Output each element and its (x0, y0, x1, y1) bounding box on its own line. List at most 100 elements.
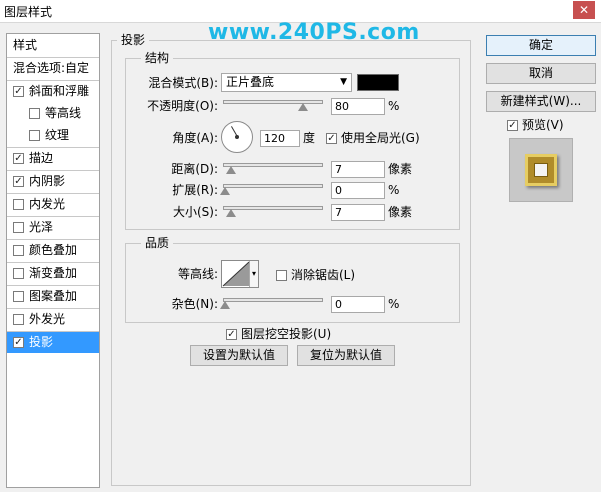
style-item-gradient-overlay[interactable]: 渐变叠加 (7, 263, 99, 284)
size-input[interactable]: 7 (331, 204, 385, 221)
style-item-contour[interactable]: 等高线 (7, 103, 99, 124)
style-item-inner-shadow[interactable]: ✓ 内阴影 (7, 171, 99, 192)
style-checkbox-gradient-overlay[interactable] (13, 268, 24, 279)
opacity-label: 不透明度(O): (147, 99, 218, 113)
spread-slider[interactable] (220, 181, 323, 195)
noise-unit: % (388, 297, 400, 311)
preview-inner (534, 163, 548, 177)
distance-slider-track (223, 163, 323, 167)
style-label-color-overlay: 颜色叠加 (29, 243, 78, 257)
global-light-checkbox[interactable]: ✓ (326, 133, 337, 144)
style-checkbox-satin[interactable] (13, 222, 24, 233)
style-label-texture: 纹理 (45, 128, 70, 142)
style-item-texture[interactable]: 纹理 (7, 125, 99, 146)
drop-shadow-title: 投影 (117, 33, 150, 47)
knockout-label: 图层挖空投影(U) (241, 327, 332, 341)
shadow-color-swatch[interactable] (357, 74, 399, 91)
noise-label: 杂色(N): (171, 297, 218, 311)
style-preview-thumbnail (509, 138, 573, 202)
style-item-color-overlay[interactable]: 颜色叠加 (7, 240, 99, 261)
reset-default-button[interactable]: 复位为默认值 (297, 345, 395, 366)
distance-input[interactable]: 7 (331, 161, 385, 178)
style-label-satin: 光泽 (29, 220, 54, 234)
spread-slider-thumb[interactable] (220, 187, 230, 195)
style-label-inner-shadow: 内阴影 (29, 174, 66, 188)
angle-unit: 度 (303, 131, 316, 145)
distance-slider[interactable] (223, 160, 323, 174)
chevron-down-icon: ▼ (340, 77, 347, 87)
angle-dial[interactable] (221, 121, 253, 153)
style-item-pattern-overlay[interactable]: 图案叠加 (7, 286, 99, 307)
knockout-checkbox[interactable]: ✓ (226, 329, 237, 340)
styles-header-label: 样式 (13, 38, 38, 52)
opacity-input[interactable]: 80 (331, 98, 385, 115)
style-checkbox-inner-shadow[interactable]: ✓ (13, 176, 24, 187)
size-label: 大小(S): (172, 205, 218, 219)
opacity-slider-thumb[interactable] (298, 103, 308, 111)
styles-list: 样式 混合选项:自定 ✓ 斜面和浮雕 等高线 纹理 ✓ 描边 ✓ 内阴影 内发光… (6, 33, 100, 488)
distance-unit: 像素 (388, 162, 413, 176)
style-checkbox-bevel[interactable]: ✓ (13, 86, 24, 97)
style-checkbox-texture[interactable] (29, 130, 40, 141)
style-item-satin[interactable]: 光泽 (7, 217, 99, 238)
style-label-pattern-overlay: 图案叠加 (29, 289, 78, 303)
opacity-slider[interactable] (223, 97, 323, 111)
spread-input[interactable]: 0 (331, 182, 385, 199)
style-label-inner-glow: 内发光 (29, 197, 66, 211)
style-label-gradient-overlay: 渐变叠加 (29, 266, 78, 280)
opacity-slider-track (223, 100, 323, 104)
blend-options-label: 混合选项:自定 (13, 61, 90, 75)
spread-label: 扩展(R): (172, 183, 218, 197)
close-button[interactable]: ✕ (573, 1, 595, 19)
noise-slider-track (223, 298, 323, 302)
make-default-button[interactable]: 设置为默认值 (190, 345, 288, 366)
style-label-bevel: 斜面和浮雕 (29, 84, 90, 98)
new-style-button[interactable]: 新建样式(W)... (486, 91, 596, 112)
blend-mode-select[interactable]: 正片叠底 ▼ (221, 73, 352, 92)
contour-label: 等高线: (177, 267, 218, 281)
noise-input[interactable]: 0 (331, 296, 385, 313)
style-item-inner-glow[interactable]: 内发光 (7, 194, 99, 215)
blend-mode-label: 混合模式(B): (148, 76, 218, 90)
size-slider-track (223, 206, 323, 210)
style-item-stroke[interactable]: ✓ 描边 (7, 148, 99, 169)
style-checkbox-outer-glow[interactable] (13, 314, 24, 325)
blend-options-item[interactable]: 混合选项:自定 (7, 58, 99, 79)
style-label-stroke: 描边 (29, 151, 54, 165)
antialias-label: 消除锯齿(L) (291, 268, 356, 282)
styles-header[interactable]: 样式 (7, 35, 99, 56)
spread-unit: % (388, 183, 400, 197)
contour-picker[interactable]: ▾ (221, 260, 259, 288)
style-label-drop-shadow: 投影 (29, 335, 54, 349)
cancel-button[interactable]: 取消 (486, 63, 596, 84)
style-item-drop-shadow[interactable]: ✓ 投影 (7, 332, 99, 353)
style-checkbox-inner-glow[interactable] (13, 199, 24, 210)
spread-slider-track (223, 184, 323, 188)
noise-slider-thumb[interactable] (220, 301, 230, 309)
window-title: 图层样式 (4, 5, 53, 19)
style-checkbox-contour[interactable] (29, 108, 40, 119)
style-checkbox-pattern-overlay[interactable] (13, 291, 24, 302)
style-checkbox-color-overlay[interactable] (13, 245, 24, 256)
preview-checkbox[interactable]: ✓ (507, 120, 518, 131)
style-item-bevel[interactable]: ✓ 斜面和浮雕 (7, 81, 99, 102)
angle-dial-center (235, 135, 239, 139)
distance-label: 距离(D): (171, 162, 218, 176)
opacity-unit: % (388, 99, 400, 113)
style-label-outer-glow: 外发光 (29, 312, 66, 326)
style-checkbox-stroke[interactable]: ✓ (13, 153, 24, 164)
style-label-contour: 等高线 (45, 106, 82, 120)
style-item-outer-glow[interactable]: 外发光 (7, 309, 99, 330)
chevron-down-icon[interactable]: ▾ (249, 261, 258, 287)
size-slider[interactable] (223, 203, 323, 217)
distance-slider-thumb[interactable] (226, 166, 236, 174)
blend-mode-value: 正片叠底 (226, 75, 275, 89)
antialias-checkbox[interactable] (276, 270, 287, 281)
style-checkbox-drop-shadow[interactable]: ✓ (13, 337, 24, 348)
ok-button[interactable]: 确定 (486, 35, 596, 56)
size-slider-thumb[interactable] (226, 209, 236, 217)
angle-input[interactable]: 120 (260, 130, 300, 147)
noise-slider[interactable] (220, 295, 323, 309)
size-unit: 像素 (388, 205, 413, 219)
close-icon: ✕ (578, 3, 590, 17)
